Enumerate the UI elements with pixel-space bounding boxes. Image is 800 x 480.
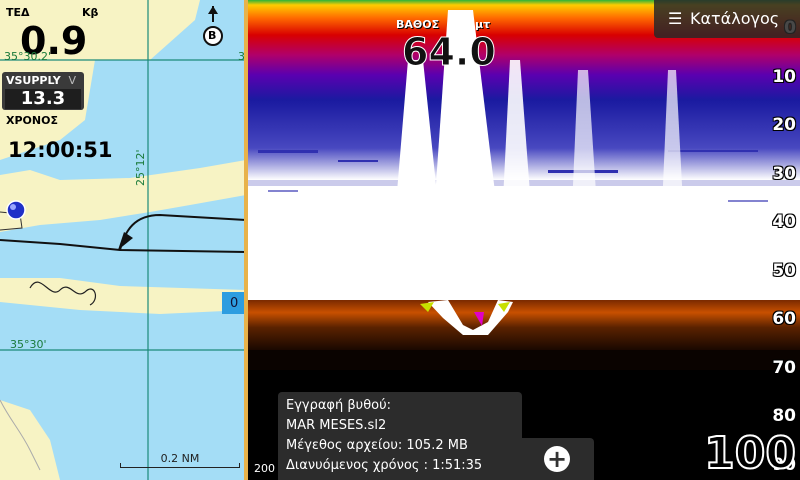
recording-title: Εγγραφή βυθού:: [286, 398, 391, 413]
depth-value: 64.0: [402, 30, 497, 75]
sonar-panel[interactable]: ΒΑΘΟΣ μτ 64.0 0102030405060708090 ☰ Κατά…: [248, 0, 800, 480]
coord-top: 35°30.2': [4, 50, 52, 63]
vsupply-value: 13.3: [5, 89, 81, 109]
time-value: 12:00:51: [8, 138, 113, 162]
recording-size: Μέγεθος αρχείου: 105.2 MB: [286, 438, 468, 453]
track-line-2: [119, 213, 246, 251]
depth-tick: 80: [772, 406, 796, 426]
hamburger-icon: ☰: [668, 9, 683, 28]
marker-value: 0: [230, 296, 239, 311]
recording-file: MAR MESES.sl2: [286, 418, 387, 433]
vsupply-unit: V: [68, 74, 76, 87]
add-button[interactable]: +: [522, 438, 594, 480]
depth-tick: 60: [772, 309, 796, 329]
vessel-heading-arrow: [118, 232, 133, 250]
time-label: ΧΡΟΝΟΣ: [6, 114, 58, 127]
recording-elapsed: Διανυόμενος χρόνος : 1:51:35: [286, 458, 483, 473]
north-letter: B: [208, 29, 217, 42]
depth-tick: 10: [772, 66, 796, 87]
land-bottom-left: [0, 400, 60, 480]
vessel-position: [6, 200, 26, 220]
scale-bar: 0.2 NM: [120, 452, 240, 472]
land-strip-lower: [0, 278, 246, 314]
depth-tick: 20: [772, 115, 796, 135]
recording-info-panel: Εγγραφή βυθού: MAR MESES.sl2 Μέγεθος αρχ…: [278, 392, 522, 480]
depth-tick: 70: [772, 357, 796, 378]
chart-panel[interactable]: ΤΕΔ Κβ 0.9 35°30.2' 3 VSUPPLY V 13.3 ΧΡΟ…: [0, 0, 246, 480]
coord-mid: 25°12': [134, 149, 147, 186]
chartplotter-screen: ΤΕΔ Κβ 0.9 35°30.2' 3 VSUPPLY V 13.3 ΧΡΟ…: [0, 0, 800, 480]
land-area-left-coast: [0, 160, 246, 232]
speed-unit: Κβ: [82, 6, 99, 19]
range-value: 100: [703, 428, 797, 479]
depth-tick: 50: [772, 260, 796, 281]
depth-tick: 40: [772, 212, 796, 232]
frequency-label: 200: [254, 462, 275, 475]
menu-label: Κατάλογος: [690, 9, 780, 28]
north-indicator[interactable]: B: [200, 4, 226, 48]
depth-tick: 30: [772, 163, 796, 184]
vsupply-box: VSUPPLY V 13.3: [2, 72, 84, 110]
coord-bottom: 35°30': [10, 338, 47, 351]
plus-icon: +: [544, 446, 570, 472]
vsupply-label: VSUPPLY: [6, 74, 61, 87]
menu-button[interactable]: ☰ Κατάλογος: [654, 0, 800, 38]
scale-bar-line: [120, 463, 240, 468]
speed-label: ΤΕΔ: [6, 6, 30, 19]
